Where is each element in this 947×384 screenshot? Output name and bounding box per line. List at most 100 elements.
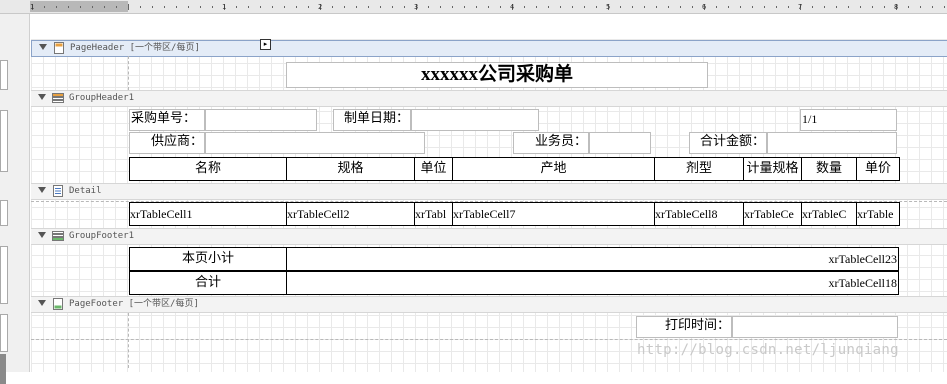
ruler-tick <box>188 6 189 8</box>
ruler-tick <box>548 6 549 8</box>
ruler-tick <box>236 6 237 8</box>
column-header-cell[interactable]: 名称 <box>129 157 287 181</box>
ruler-tick <box>524 6 525 8</box>
band-title-detail: Detail <box>69 186 102 196</box>
ruler-tick <box>164 6 165 8</box>
ruler-number: 6 <box>702 3 707 11</box>
salesperson-label[interactable]: 业务员： <box>513 132 589 154</box>
supplier-value[interactable] <box>205 132 425 154</box>
page-counter[interactable]: 1/1 <box>800 109 897 131</box>
band-group-footer[interactable]: GroupFooter1 <box>31 228 947 245</box>
ruler-tick <box>92 6 93 8</box>
supplier-label[interactable]: 供应商： <box>129 132 205 154</box>
page-footer-icon <box>53 298 63 310</box>
watermark-text: http://blog.csdn.net/ljunqiang <box>637 342 899 358</box>
print-time-label[interactable]: 打印时间： <box>636 316 732 338</box>
ruler-tick <box>872 6 873 8</box>
detail-cell[interactable]: xrTableCell1 <box>129 202 287 226</box>
order-date-label[interactable]: 制单日期： <box>333 109 411 131</box>
ruler-number: 8 <box>894 3 899 11</box>
ruler-tick <box>440 6 441 8</box>
page-footer-margin-guide <box>31 339 947 340</box>
band-detail[interactable]: Detail <box>31 183 947 200</box>
group-footer-icon <box>52 231 64 241</box>
ruler-number: 1 <box>222 3 227 11</box>
order-no-value[interactable] <box>205 109 317 131</box>
ruler-tick <box>128 4 129 10</box>
detail-cell[interactable]: xrTabl <box>414 202 453 226</box>
detail-cell[interactable]: xrTableCe <box>743 202 802 226</box>
ruler-tick <box>488 6 489 8</box>
salesperson-value[interactable] <box>589 132 651 154</box>
column-header-cell[interactable]: 剂型 <box>654 157 744 181</box>
total-label[interactable]: 合计 <box>129 271 287 295</box>
ruler-tick <box>584 6 585 8</box>
ruler-tick <box>212 6 213 8</box>
print-time-value[interactable] <box>732 316 898 338</box>
gutter-marker-page-footer <box>0 314 8 352</box>
total-amount-label[interactable]: 合计金额： <box>689 132 767 154</box>
ruler-tick <box>428 6 429 8</box>
page-header-icon <box>54 42 64 54</box>
collapse-arrow-icon[interactable] <box>38 94 46 100</box>
order-no-label[interactable]: 采购单号： <box>129 109 205 131</box>
column-header-cell[interactable]: 单价 <box>856 157 900 181</box>
gutter-scroll-handle[interactable] <box>0 354 6 384</box>
ruler-tick <box>908 6 909 8</box>
column-header-cell[interactable]: 数量 <box>801 157 857 181</box>
order-date-value[interactable] <box>411 109 539 131</box>
gutter-marker-page-header <box>0 60 8 90</box>
ruler-tick <box>884 6 885 8</box>
ruler-tick <box>572 6 573 8</box>
ruler-tick <box>692 6 693 8</box>
total-value[interactable]: xrTableCell18 <box>286 271 899 295</box>
detail-cell[interactable]: xrTableCell7 <box>452 202 655 226</box>
ruler-tick <box>728 6 729 8</box>
ruler-tick <box>176 6 177 8</box>
page-subtotal-label[interactable]: 本页小计 <box>129 247 287 271</box>
ruler-tick <box>944 6 945 8</box>
collapse-arrow-icon[interactable] <box>38 232 46 238</box>
ruler-tick <box>644 6 645 8</box>
band-title-group-footer: GroupFooter1 <box>69 231 135 241</box>
total-amount-value[interactable] <box>767 132 897 154</box>
ruler-tick <box>368 6 369 8</box>
report-title[interactable]: xxxxxx公司采购单 <box>286 62 708 88</box>
ruler-tick <box>284 6 285 8</box>
ruler-tick <box>344 6 345 8</box>
detail-cell[interactable]: xrTableCell8 <box>654 202 744 226</box>
collapse-arrow-icon[interactable] <box>38 300 46 306</box>
ruler-tick <box>560 6 561 8</box>
ruler-number: 2 <box>318 3 323 11</box>
column-header-cell[interactable]: 单位 <box>414 157 453 181</box>
collapse-arrow-icon[interactable] <box>38 187 46 193</box>
ruler-tick <box>68 6 69 8</box>
horizontal-ruler[interactable]: 1 1 2 3 4 5 6 7 8 <box>0 0 947 14</box>
ruler-number: 1 <box>30 3 35 11</box>
ruler-tick <box>776 6 777 8</box>
detail-cell[interactable]: xrTable <box>856 202 900 226</box>
vertical-ruler[interactable] <box>0 14 30 384</box>
ruler-tick <box>812 6 813 8</box>
band-group-header[interactable]: GroupHeader1 <box>31 90 947 107</box>
band-title-page-footer: PageFooter [一个带区/每页] <box>69 299 199 309</box>
column-header-cell[interactable]: 计量规格 <box>743 157 802 181</box>
ruler-tick <box>152 6 153 8</box>
detail-cell[interactable]: xrTableC <box>801 202 857 226</box>
ruler-tick <box>716 6 717 8</box>
ruler-tick <box>356 6 357 8</box>
ruler-number: 5 <box>606 3 611 11</box>
ruler-number: 4 <box>510 3 515 11</box>
smart-tag-icon[interactable]: ▸ <box>260 39 271 50</box>
band-page-header[interactable]: PageHeader [一个带区/每页] ▸ <box>31 39 947 57</box>
page-footer-left-guide <box>128 313 129 368</box>
ruler-tick <box>200 6 201 8</box>
band-page-footer[interactable]: PageFooter [一个带区/每页] <box>31 296 947 313</box>
column-header-cell[interactable]: 产地 <box>452 157 655 181</box>
collapse-arrow-icon[interactable] <box>39 44 47 50</box>
ruler-tick <box>764 6 765 8</box>
page-subtotal-value[interactable]: xrTableCell23 <box>286 247 899 271</box>
column-header-cell[interactable]: 规格 <box>286 157 415 181</box>
ruler-tick <box>308 6 309 8</box>
detail-cell[interactable]: xrTableCell2 <box>286 202 415 226</box>
